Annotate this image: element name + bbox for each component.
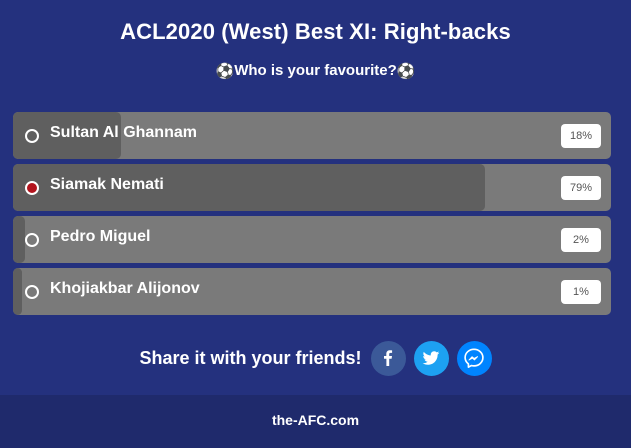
result-bar-fill	[13, 268, 22, 315]
poll-subtitle-text: Who is your favourite?	[234, 62, 397, 79]
percent-badge: 18%	[561, 124, 601, 148]
radio-button[interactable]	[25, 181, 39, 195]
facebook-share-button[interactable]	[370, 340, 406, 376]
soccer-ball-icon: ⚽	[215, 63, 235, 80]
poll-title: ACL2020 (West) Best XI: Right-backs	[120, 19, 511, 44]
footer-brand-text: the-AFC.com	[271, 412, 360, 428]
radio-button[interactable]	[25, 285, 39, 299]
share-section: Share it with your friends!	[0, 340, 631, 376]
facebook-icon	[384, 350, 393, 366]
share-text: Share it with your friends!	[139, 347, 362, 368]
poll-option-sultan-al-ghannam[interactable]: Sultan Al Ghannam 18%	[13, 112, 611, 159]
poll-option-khojiakbar-alijonov[interactable]: Khojiakbar Alijonov 1%	[13, 268, 611, 315]
percent-badge: 79%	[561, 176, 601, 200]
result-bar-fill	[13, 216, 25, 263]
poll-option-siamak-nemati[interactable]: Siamak Nemati 79%	[13, 164, 611, 211]
twitter-icon	[422, 351, 440, 365]
radio-button[interactable]	[25, 129, 39, 143]
poll-subtitle: ⚽Who is your favourite?⚽	[0, 62, 631, 80]
messenger-share-button[interactable]	[456, 340, 492, 376]
radio-button[interactable]	[25, 233, 39, 247]
twitter-share-button[interactable]	[413, 340, 449, 376]
option-label: Pedro Miguel	[50, 228, 151, 245]
option-label: Sultan Al Ghannam	[50, 124, 197, 141]
percent-badge: 2%	[561, 228, 601, 252]
option-label: Khojiakbar Alijonov	[50, 280, 200, 297]
messenger-icon	[464, 348, 484, 368]
soccer-ball-icon: ⚽	[396, 63, 416, 80]
poll-option-pedro-miguel[interactable]: Pedro Miguel 2%	[13, 216, 611, 263]
percent-badge: 1%	[561, 280, 601, 304]
poll-widget: ACL2020 (West) Best XI: Right-backs ⚽Who…	[0, 0, 631, 448]
option-label: Siamak Nemati	[50, 176, 164, 193]
footer-bar: the-AFC.com	[0, 395, 631, 448]
